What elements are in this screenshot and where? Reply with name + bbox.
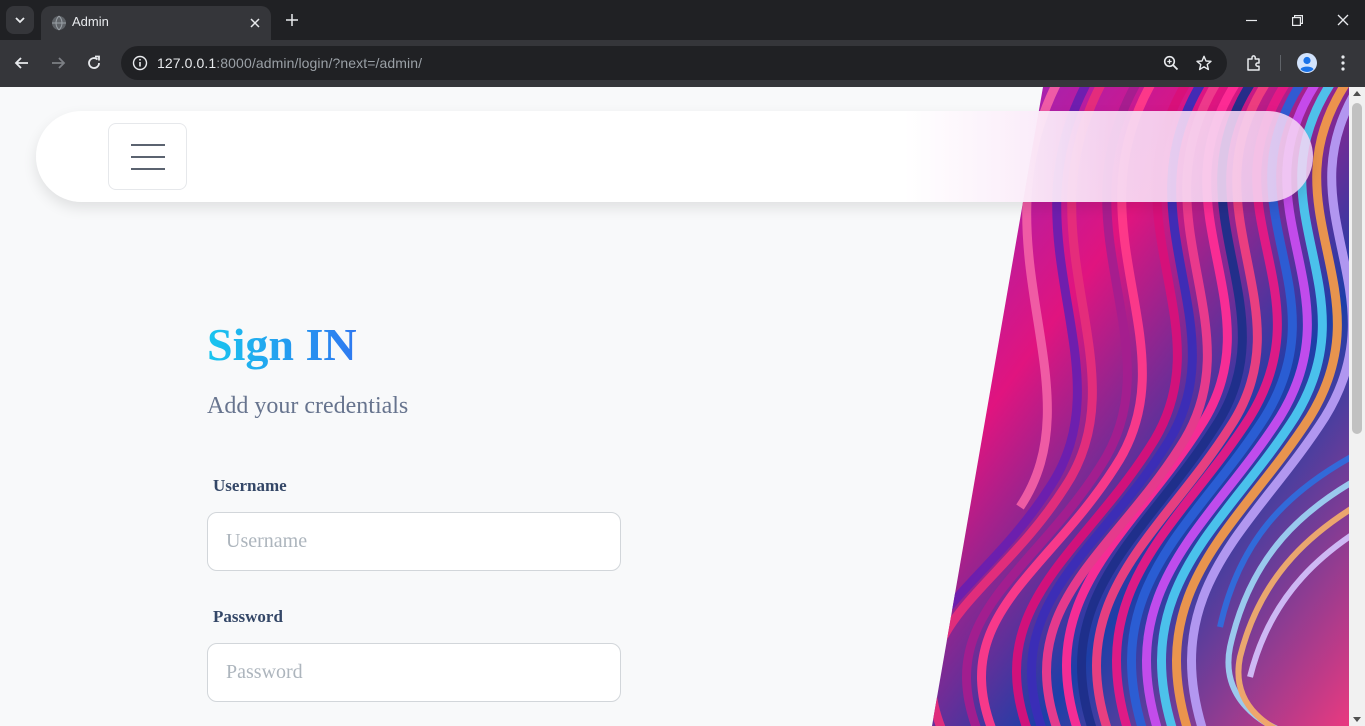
top-navbar (36, 111, 1313, 202)
profile-button[interactable] (1294, 50, 1320, 76)
page-title: Sign IN (207, 319, 357, 370)
tab-admin[interactable]: Admin (41, 6, 271, 40)
star-icon (1196, 55, 1212, 71)
close-icon (1337, 14, 1349, 26)
tab-search-button[interactable] (6, 6, 34, 34)
address-bar[interactable]: 127.0.0.1:8000/admin/login/?next=/admin/ (121, 46, 1227, 80)
username-label: Username (213, 476, 287, 495)
scroll-thumb[interactable] (1352, 103, 1362, 434)
arrow-right-icon (52, 57, 66, 69)
forward-button[interactable] (44, 49, 72, 77)
password-label: Password (213, 607, 283, 626)
new-tab-button[interactable] (280, 8, 304, 32)
back-button[interactable] (8, 49, 36, 77)
scroll-down-arrow-icon[interactable] (1353, 717, 1361, 722)
tab-close-button[interactable] (245, 13, 265, 33)
info-icon (132, 55, 148, 71)
close-window-button[interactable] (1328, 6, 1358, 34)
hamburger-icon (131, 168, 165, 170)
chrome-menu-button[interactable] (1330, 50, 1356, 76)
puzzle-icon (1247, 55, 1260, 71)
reload-icon (88, 55, 100, 69)
kebab-menu-icon (1341, 55, 1345, 71)
tab-bar: Admin (0, 0, 1365, 40)
tab-title: Admin (72, 14, 109, 29)
plus-icon (286, 14, 298, 26)
minimize-button[interactable] (1236, 6, 1266, 34)
zoom-icon (1163, 55, 1179, 71)
reload-button[interactable] (80, 49, 108, 77)
toolbar-divider (1280, 55, 1281, 71)
restore-icon (1291, 14, 1303, 26)
arrow-left-icon (14, 57, 28, 69)
menu-toggle-button[interactable] (108, 123, 187, 190)
username-input[interactable] (207, 512, 621, 571)
globe-icon (52, 15, 66, 31)
password-input[interactable] (207, 643, 621, 702)
url-host: 127.0.0.1 (157, 55, 217, 71)
zoom-button[interactable] (1159, 51, 1183, 75)
browser-toolbar: 127.0.0.1:8000/admin/login/?next=/admin/ (0, 40, 1365, 87)
minimize-icon (1245, 19, 1257, 21)
page-subtitle: Add your credentials (207, 393, 409, 419)
page-scrollbar[interactable] (1349, 87, 1365, 726)
restore-button[interactable] (1282, 6, 1312, 34)
url-text: 127.0.0.1:8000/admin/login/?next=/admin/ (157, 55, 422, 71)
close-icon (250, 18, 260, 28)
hamburger-icon (131, 144, 165, 146)
chevron-down-icon (15, 17, 25, 24)
scroll-up-arrow-icon[interactable] (1353, 91, 1361, 96)
page-viewport: Sign IN Add your credentials Username Pa… (0, 87, 1349, 726)
bookmark-button[interactable] (1192, 51, 1216, 75)
profile-icon (1297, 53, 1317, 73)
url-path: :8000/admin/login/?next=/admin/ (216, 55, 423, 71)
site-info-button[interactable] (127, 50, 153, 76)
hamburger-icon (131, 156, 165, 158)
extensions-button[interactable] (1241, 50, 1267, 76)
